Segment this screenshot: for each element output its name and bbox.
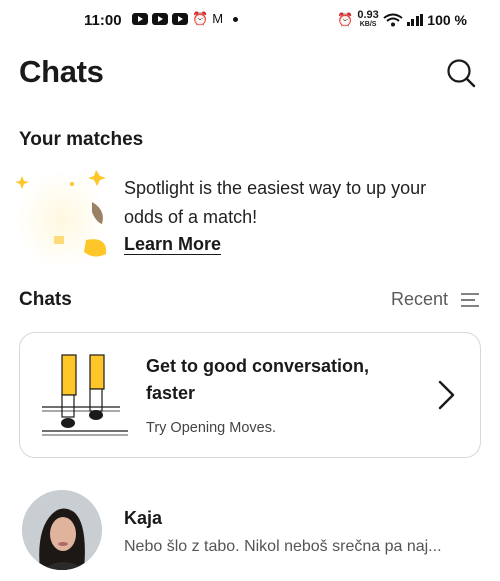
sort-dropdown[interactable]: Recent [391, 289, 480, 310]
sort-label: Recent [391, 289, 449, 309]
chat-name: Kaja [124, 508, 163, 528]
alarm-icon: ⏰ [192, 11, 209, 26]
network-speed: 0.93 KB/S [357, 9, 379, 29]
opening-moves-illustration [42, 354, 128, 436]
search-icon [447, 59, 476, 88]
spotlight-illustration[interactable] [14, 162, 114, 272]
chat-list-item[interactable]: Kaja Nebo šlo z tabo. Nikol neboš srečna… [0, 478, 500, 581]
youtube-icon [132, 13, 148, 25]
notification-icons: ⏰ M [132, 11, 239, 26]
spotlight-description: Spotlight is the easiest way to up your … [124, 178, 427, 227]
signal-icon [406, 14, 424, 26]
sort-lines-icon [461, 292, 480, 307]
page-title: Chats [19, 54, 104, 89]
youtube-icon [152, 13, 168, 25]
more-notifications-dot [233, 16, 239, 22]
gmail-icon: M [212, 11, 224, 26]
youtube-icon [172, 13, 188, 25]
learn-more-link[interactable]: Learn More [124, 234, 221, 255]
alarm-icon: ⏰ [337, 12, 354, 27]
opening-moves-subtitle: Try Opening Moves. [146, 420, 277, 436]
opening-moves-card[interactable]: Get to good conversation, faster Try Ope… [19, 332, 481, 458]
avatar [22, 490, 102, 570]
status-bar: 11:00 ⏰ M ⏰ 0.93 KB/S 100 % [0, 0, 500, 40]
system-icons: ⏰ 0.93 KB/S 100 % [337, 9, 467, 29]
wifi-icon [383, 13, 403, 27]
status-time: 11:00 [84, 12, 122, 29]
battery-level: 100 % [427, 12, 467, 28]
search-button[interactable] [446, 58, 476, 88]
chevron-right-icon [438, 380, 455, 410]
opening-moves-title: Get to good conversation, faster [146, 356, 370, 403]
chats-heading: Chats [19, 289, 72, 310]
matches-heading: Your matches [19, 129, 144, 150]
chat-preview: Nebo šlo z tabo. Nikol neboš srečna pa n… [124, 538, 442, 555]
